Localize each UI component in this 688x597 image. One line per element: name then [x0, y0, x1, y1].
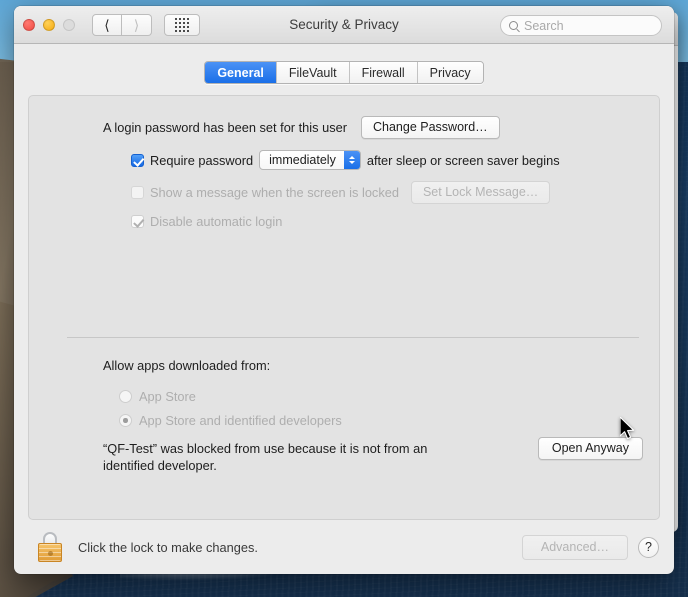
- window-bottom-bar: Click the lock to make changes. Advanced…: [14, 520, 674, 574]
- require-password-label: Require password: [150, 152, 254, 168]
- forward-button: ⟩: [122, 13, 152, 36]
- change-password-button[interactable]: Change Password…: [361, 116, 500, 139]
- radio-identified-developers-row: App Store and identified developers: [119, 413, 659, 428]
- advanced-button: Advanced…: [521, 534, 628, 560]
- tab-general[interactable]: General: [205, 62, 276, 83]
- padlock-closed-icon[interactable]: [38, 532, 62, 562]
- close-button-icon[interactable]: [23, 18, 35, 31]
- traffic-light-group: [23, 18, 75, 31]
- tab-firewall[interactable]: Firewall: [348, 62, 417, 83]
- radio-app-store-label: App Store: [139, 389, 196, 404]
- tab-bar: General FileVault Firewall Privacy: [204, 61, 484, 84]
- tab-firewall-label: Firewall: [361, 65, 405, 80]
- blocked-app-message: “QF-Test” was blocked from use because i…: [103, 441, 428, 473]
- require-password-checkbox[interactable]: [131, 153, 144, 167]
- minimize-button-icon[interactable]: [43, 18, 55, 31]
- show-lock-message-row: Show a message when the screen is locked…: [131, 181, 659, 204]
- disable-auto-login-label: Disable automatic login: [150, 214, 283, 229]
- tab-bar-row: General FileVault Firewall Privacy: [14, 44, 674, 95]
- tab-privacy-label: Privacy: [429, 65, 471, 80]
- tab-filevault[interactable]: FileVault: [275, 62, 349, 83]
- disable-auto-login-checkbox: [131, 215, 144, 228]
- login-password-status-label: A login password has been set for this u…: [103, 120, 347, 135]
- radio-app-store-row: App Store: [119, 389, 659, 404]
- require-password-delay-popup[interactable]: immediately: [259, 150, 361, 170]
- chevron-left-icon: ⟨: [104, 16, 110, 33]
- back-button[interactable]: ⟨: [92, 13, 122, 36]
- tab-general-label: General: [217, 65, 264, 80]
- radio-identified-developers-label: App Store and identified developers: [139, 413, 342, 428]
- require-password-delay-value: immediately: [269, 153, 336, 167]
- allow-apps-heading: Allow apps downloaded from:: [103, 358, 271, 373]
- show-lock-message-label: Show a message when the screen is locked: [150, 185, 399, 200]
- require-password-suffix-label: after sleep or screen saver begins: [366, 152, 560, 168]
- help-button-label: ?: [645, 540, 652, 554]
- padlock-body: [38, 543, 62, 562]
- help-button[interactable]: ?: [638, 536, 659, 558]
- chevron-right-icon: ⟩: [133, 16, 140, 33]
- chevron-updown-icon: [343, 151, 360, 169]
- tab-filevault-label: FileVault: [288, 65, 337, 80]
- blocked-app-row: “QF-Test” was blocked from use because i…: [103, 437, 643, 474]
- login-password-row: A login password has been set for this u…: [103, 116, 659, 139]
- tab-privacy[interactable]: Privacy: [416, 62, 483, 83]
- require-password-row: Require password immediately after sleep…: [131, 150, 659, 170]
- radio-identified-developers: [119, 414, 132, 427]
- radio-app-store: [119, 390, 132, 403]
- window-titlebar: ⟨ ⟩ Security & Privacy: [14, 6, 674, 44]
- security-privacy-window[interactable]: ⟨ ⟩ Security & Privacy Search General Fi…: [14, 6, 674, 574]
- general-settings-panel: A login password has been set for this u…: [28, 95, 660, 520]
- lock-instruction-label: Click the lock to make changes.: [78, 539, 258, 555]
- show-lock-message-checkbox: [131, 186, 144, 199]
- grid-dots-icon: [175, 17, 189, 32]
- allow-apps-heading-row: Allow apps downloaded from:: [103, 358, 659, 373]
- password-settings-group: A login password has been set for this u…: [29, 96, 659, 229]
- gatekeeper-group: Allow apps downloaded from: App Store Ap…: [29, 358, 659, 474]
- search-icon: [509, 21, 518, 30]
- search-field[interactable]: [500, 15, 662, 36]
- disable-auto-login-row: Disable automatic login: [131, 214, 659, 229]
- set-lock-message-button: Set Lock Message…: [410, 181, 551, 204]
- search-input[interactable]: [524, 18, 653, 33]
- zoom-button-icon: [63, 18, 75, 31]
- show-all-button[interactable]: [164, 13, 200, 36]
- open-anyway-button[interactable]: Open Anyway: [537, 437, 643, 460]
- navigation-buttons: ⟨ ⟩: [92, 13, 152, 36]
- desktop-background: cen an o. ⟨ ⟩: [0, 0, 688, 597]
- section-divider: [67, 337, 639, 338]
